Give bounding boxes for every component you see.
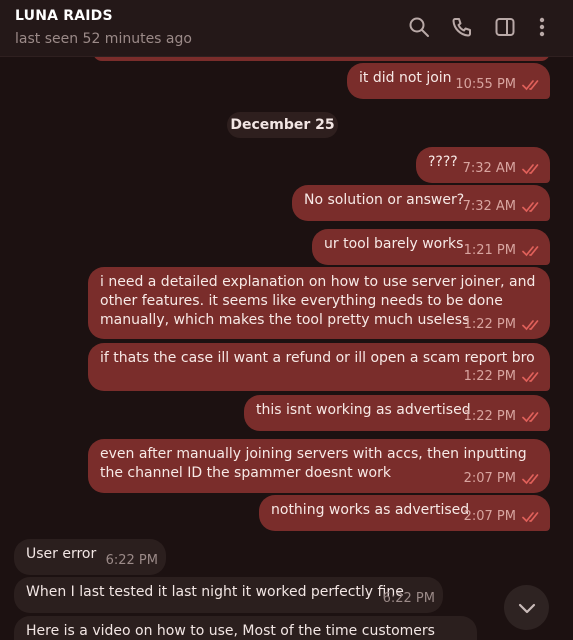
read-checkmarks-icon [522,245,539,256]
message-meta: 6:22 PM [106,551,158,570]
scroll-to-bottom-button[interactable] [504,585,549,630]
read-checkmarks-icon [522,79,539,90]
message-text: it did not join [359,70,452,86]
chat-title[interactable]: LUNA RAIDS [15,8,113,24]
message-text: ???? [428,154,458,170]
sidebar-toggle-icon[interactable] [494,16,516,38]
message-bubble-incoming[interactable]: Here is a video on how to use, Most of t… [14,616,477,640]
message-meta: 1:22 PM [464,367,542,386]
read-checkmarks-icon [522,319,539,330]
message-meta: 6:22 PM [383,589,435,608]
message-meta: 7:32 AM [463,159,542,178]
message-time: 6:22 PM [382,591,435,606]
more-icon[interactable] [531,16,553,38]
message-meta: 1:22 PM [464,407,542,426]
message-text: nothing works as advertised [271,502,470,518]
read-checkmarks-icon [522,511,539,522]
message-text: if thats the case ill want a refund or i… [100,350,535,366]
message-bubble[interactable]: ur tool barely works 1:21 PM [312,229,550,265]
message-bubble[interactable]: it did not join 10:55 PM [347,63,550,99]
message-bubble-incoming[interactable]: User error 6:22 PM [14,539,166,575]
message-text: ur tool barely works [324,236,464,252]
message-bubble[interactable]: if thats the case ill want a refund or i… [88,343,550,391]
message-bubble-incoming[interactable]: When I last tested it last night it work… [14,577,443,613]
message-bubble[interactable]: No solution or answer? 7:32 AM [292,185,550,221]
message-time: 7:32 AM [462,161,516,176]
message-meta: 2:07 PM [464,469,542,488]
message-list[interactable]: it did not join 10:55 PM December 25 ???… [0,57,573,640]
message-text: Here is a video on how to use, Most of t… [26,623,435,639]
last-seen-status: last seen 52 minutes ago [15,31,192,47]
message-bubble[interactable]: even after manually joining servers with… [88,439,550,493]
message-meta: 10:55 PM [455,75,542,94]
date-separator: December 25 [227,112,338,138]
read-checkmarks-icon [522,411,539,422]
phone-icon[interactable] [451,16,473,38]
message-bubble[interactable]: nothing works as advertised 2:07 PM [259,495,550,531]
search-icon[interactable] [408,16,430,38]
message-meta: 7:32 AM [463,197,542,216]
message-bubble[interactable]: ???? 7:32 AM [416,147,550,183]
message-bubble[interactable]: i need a detailed explanation on how to … [88,267,550,339]
read-checkmarks-icon [522,163,539,174]
message-time: 1:22 PM [463,369,516,384]
read-checkmarks-icon [522,473,539,484]
read-checkmarks-icon [522,201,539,212]
chevron-down-icon [518,603,535,613]
chat-header: LUNA RAIDS last seen 52 minutes ago [0,0,573,57]
message-text: this isnt working as advertised [256,402,471,418]
message-meta: 1:22 PM [464,315,542,334]
message-time: 7:32 AM [462,199,516,214]
message-time: 2:07 PM [463,509,516,524]
message-time: 1:22 PM [463,317,516,332]
message-text: When I last tested it last night it work… [26,584,404,600]
message-text: No solution or answer? [304,192,465,208]
message-time: 1:22 PM [463,409,516,424]
message-time: 2:07 PM [463,471,516,486]
message-time: 10:55 PM [455,77,516,92]
message-meta: 2:07 PM [464,507,542,526]
message-bubble-partial [93,57,550,61]
message-text: User error [26,546,97,562]
message-time: 6:22 PM [105,553,158,568]
message-time: 1:21 PM [463,243,516,258]
message-bubble[interactable]: this isnt working as advertised 1:22 PM [244,395,550,431]
message-meta: 1:21 PM [464,241,542,260]
read-checkmarks-icon [522,371,539,382]
